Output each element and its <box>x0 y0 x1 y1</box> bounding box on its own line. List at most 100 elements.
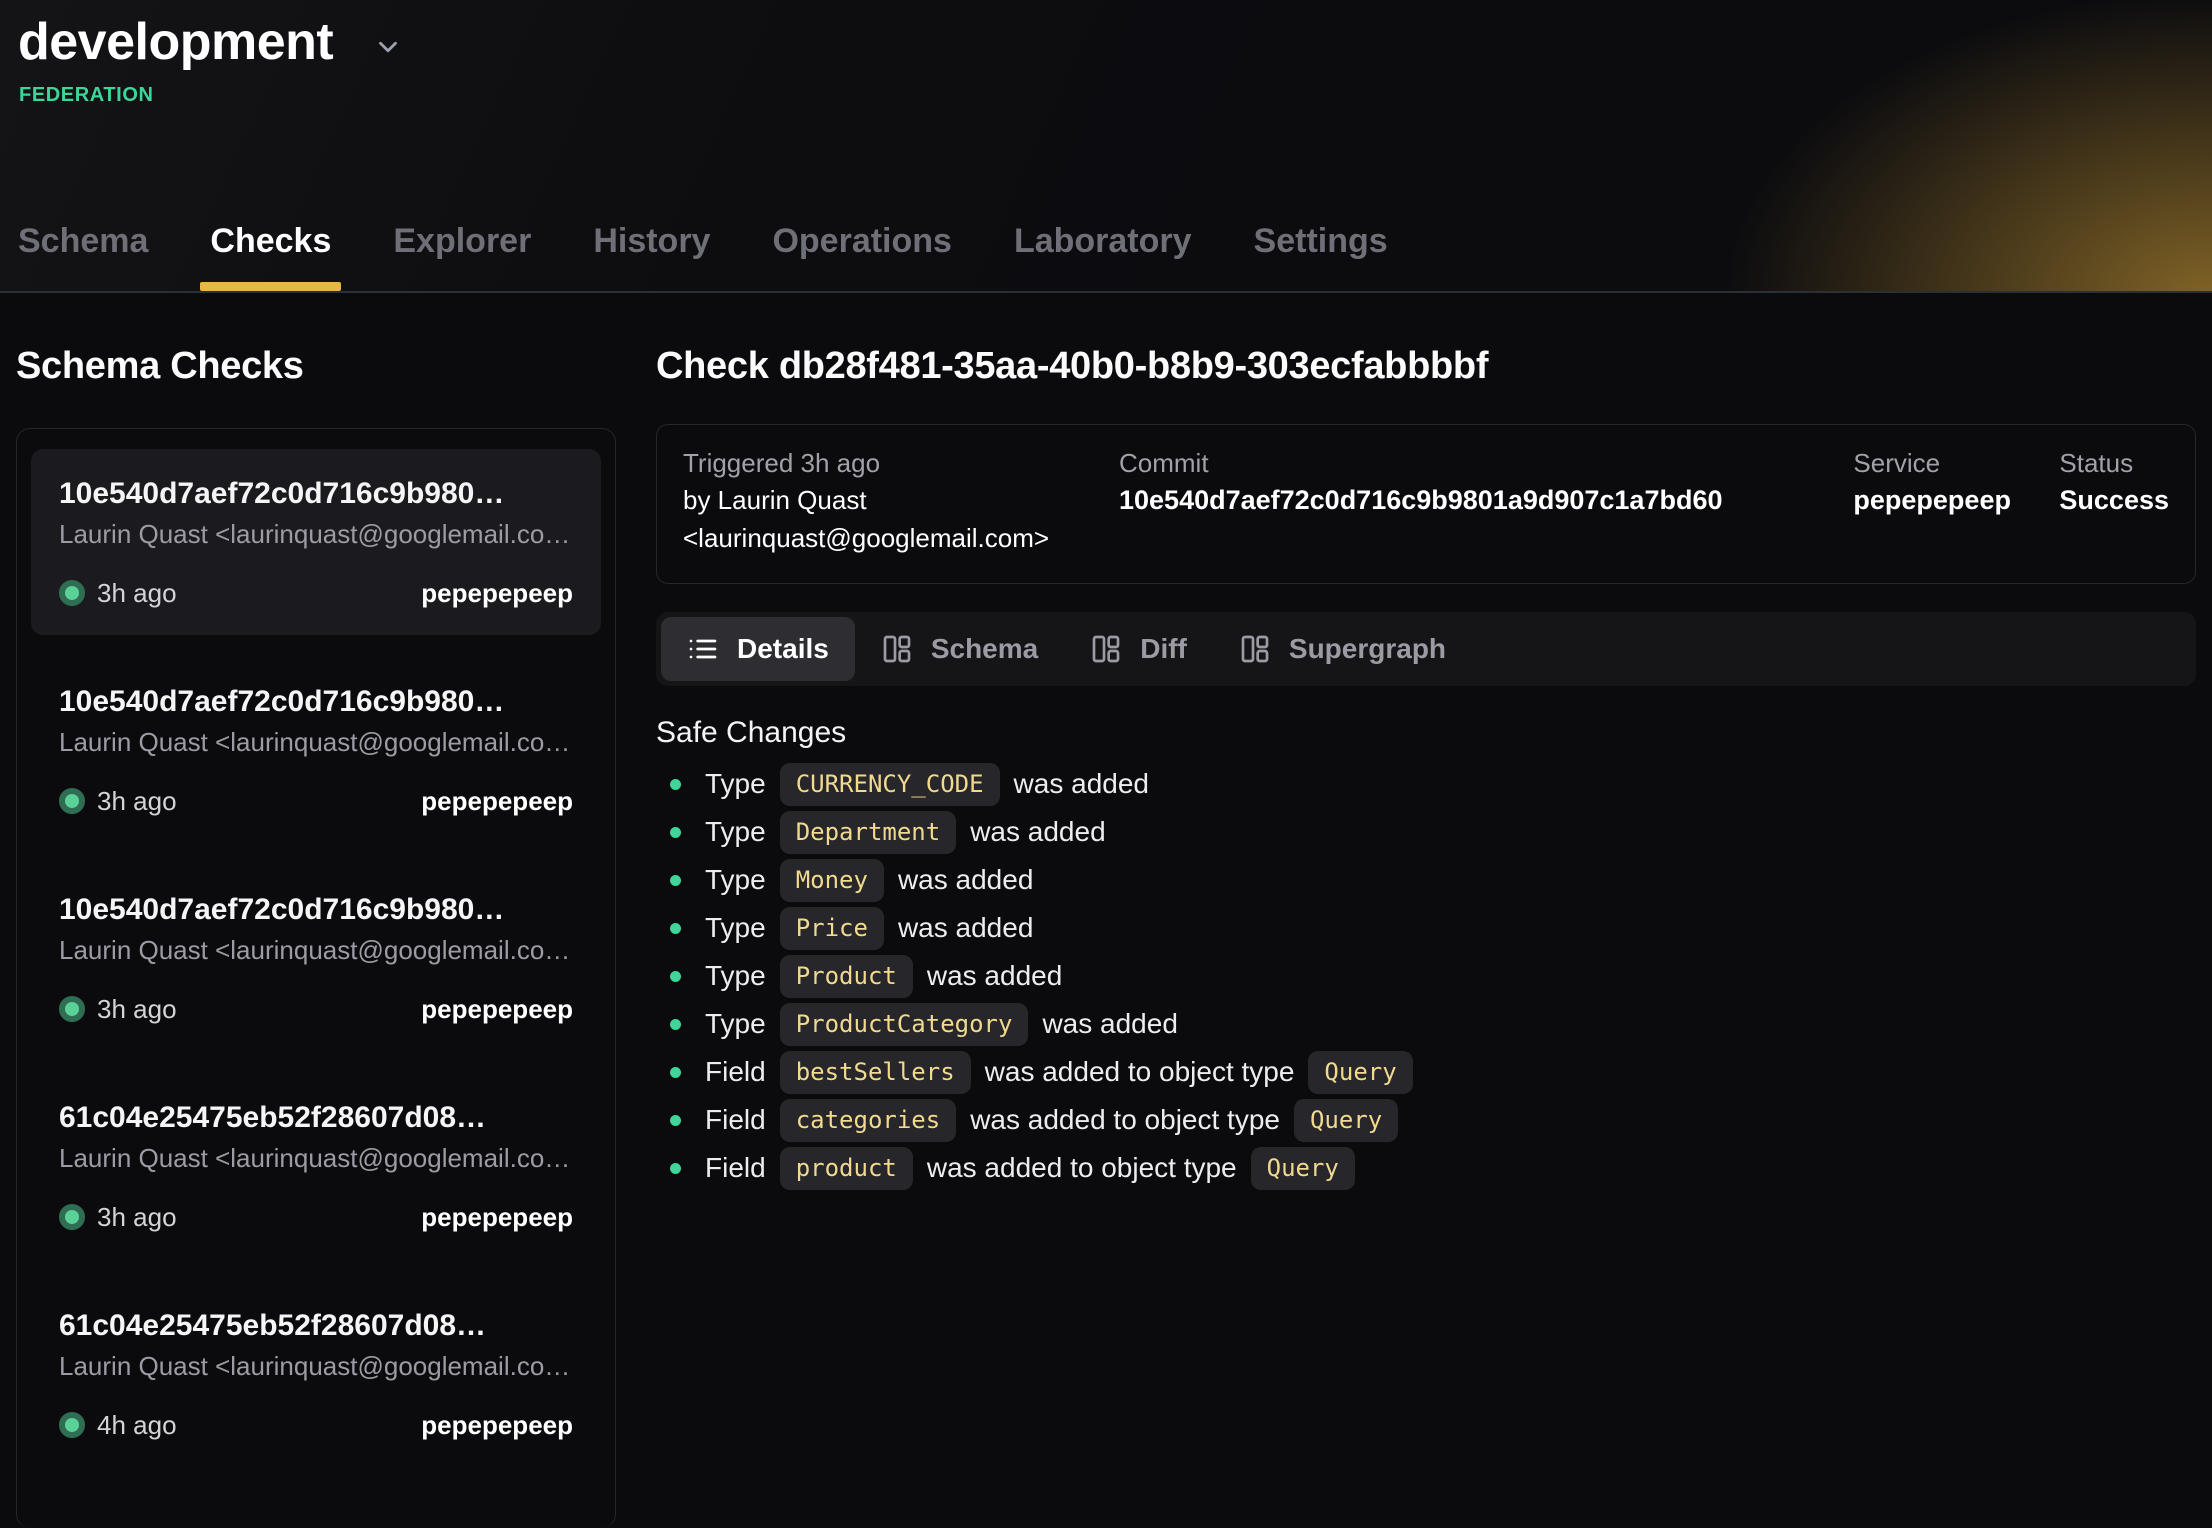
change-text: Type <box>705 1008 766 1040</box>
check-item-service: pepepepeep <box>421 786 573 817</box>
tab-history[interactable]: History <box>591 222 712 291</box>
change-item: Type Price was added <box>670 904 2196 952</box>
view-tab-schema[interactable]: Schema <box>855 617 1064 681</box>
check-item-meta: 3h agopepepepeep <box>59 577 573 609</box>
change-text: was added to object type <box>985 1056 1295 1088</box>
bullet-icon <box>670 827 681 838</box>
view-tab-diff[interactable]: Diff <box>1064 617 1213 681</box>
check-item-service: pepepepeep <box>421 1410 573 1441</box>
change-item: TypeDepartmentwas added <box>670 808 2196 856</box>
check-item-meta: 4h ago pepepepeep <box>59 1409 573 1441</box>
project-type-badge: FEDERATION <box>0 72 2212 107</box>
change-text: was added to object type <box>970 1104 1280 1136</box>
check-item-title: 10e540d7aef72c0d716c9b980… <box>59 475 573 513</box>
content: Schema Checks 10e540d7aef72c0d716c9b980…… <box>0 293 2212 1528</box>
tab-operations[interactable]: Operations <box>770 222 953 291</box>
check-item-service: pepepepeep <box>421 1202 573 1233</box>
check-item-meta: 3h ago pepepepeep <box>59 1201 573 1233</box>
change-item: FieldbestSellerswas added to object type… <box>670 1048 2196 1096</box>
service-label: Service <box>1853 445 2059 481</box>
columns-icon <box>1239 633 1271 665</box>
change-text: Type <box>705 816 766 848</box>
change-text: was added <box>1042 1008 1177 1040</box>
change-text: Type <box>705 768 766 800</box>
code-chip: Query <box>1308 1051 1412 1094</box>
tab-settings[interactable]: Settings <box>1252 222 1390 291</box>
check-item-time: 4h ago <box>97 1410 177 1441</box>
check-item-service: pepepepeep <box>421 578 573 609</box>
change-text: Field <box>705 1152 766 1184</box>
check-item-title: 10e540d7aef72c0d716c9b980… <box>59 683 573 721</box>
change-item: TypeProductwas added <box>670 952 2196 1000</box>
change-text: was added to object type <box>927 1152 1237 1184</box>
service-name: pepepepeep <box>1853 481 2059 519</box>
code-chip: CURRENCY_CODE <box>780 763 1000 806</box>
view-tab-label: Details <box>737 633 829 665</box>
status-dot-icon <box>59 1204 85 1230</box>
checks-sidebar: Schema Checks 10e540d7aef72c0d716c9b980…… <box>16 293 616 1528</box>
change-text: was added <box>898 912 1033 944</box>
changes-section-title: Safe Changes <box>656 714 2196 752</box>
change-text: was added <box>970 816 1105 848</box>
meta-triggered: Triggered 3h ago by Laurin Quast <laurin… <box>683 445 1119 557</box>
main-nav-tabs: Schema Checks Explorer History Operations Lab… <box>16 222 1390 291</box>
bullet-icon <box>670 1163 681 1174</box>
meta-service: Service pepepepeep <box>1853 445 2059 557</box>
change-item: Type ProductCategory was added <box>670 1000 2196 1048</box>
code-chip: Query <box>1251 1147 1355 1190</box>
bullet-icon <box>670 1115 681 1126</box>
view-tab-label: Schema <box>931 633 1038 665</box>
bullet-icon <box>670 1019 681 1030</box>
tab-explorer[interactable]: Explorer <box>391 222 533 291</box>
code-chip: product <box>780 1147 913 1190</box>
code-chip: Product <box>780 955 913 998</box>
app-root: development FEDERATION Schema Checks Explo… <box>0 0 2212 1474</box>
tab-schema[interactable]: Schema <box>16 222 150 291</box>
commit-hash: 10e540d7aef72c0d716c9b9801a9d907c1a7bd60 <box>1119 481 1853 519</box>
check-item-time: 3h ago <box>97 786 177 817</box>
check-title: Check db28f481-35aa-40b0-b8b9-303ecfabbb… <box>656 345 2196 388</box>
tab-laboratory[interactable]: Laboratory <box>1012 222 1194 291</box>
check-item-meta: 3h ago pepepepeep <box>59 785 573 817</box>
schema-checks-list: 10e540d7aef72c0d716c9b980… Laurin Quast <… <box>16 428 616 1528</box>
tab-checks[interactable]: Checks <box>208 222 333 291</box>
check-list-item[interactable]: 10e540d7aef72c0d716c9b980… Laurin Quast <… <box>31 657 601 843</box>
meta-commit: Commit 10e540d7aef72c0d716c9b9801a9d907c… <box>1119 445 1853 557</box>
project-title-row: development <box>0 0 2212 72</box>
change-item: Type CURRENCY_CODE was added <box>670 760 2196 808</box>
check-list-item[interactable]: 10e540d7aef72c0d716c9b980… Laurin Quast <… <box>31 449 601 635</box>
change-text: Field <box>705 1056 766 1088</box>
meta-status: Status Success <box>2059 445 2169 557</box>
list-icon <box>687 633 719 665</box>
code-chip: Price <box>780 907 884 950</box>
change-text: was added <box>1014 768 1149 800</box>
check-list-item[interactable]: 61c04e25475eb52f28607d08… Laurin Quast <l… <box>31 1281 601 1467</box>
project-title[interactable]: development <box>18 12 333 72</box>
check-item-meta: 3h agopepepepeep <box>59 993 573 1025</box>
check-list-item[interactable]: 10e540d7aef72c0d716c9b980…Laurin Quast <… <box>31 865 601 1051</box>
check-item-author: Laurin Quast <laurinquast@googlemail.co… <box>59 725 573 759</box>
check-list-item[interactable]: 61c04e25475eb52f28607d08… Laurin Quast <l… <box>31 1073 601 1259</box>
view-tab-details[interactable]: Details <box>661 617 855 681</box>
check-item-author: Laurin Quast <laurinquast@googlemail.co… <box>59 517 573 551</box>
code-chip: categories <box>780 1099 957 1142</box>
change-item: Fieldcategorieswas added to object typeQ… <box>670 1096 2196 1144</box>
bullet-icon <box>670 1067 681 1078</box>
changes-list: TypeCURRENCY_CODEwas addedTypeDepartment… <box>656 760 2196 1192</box>
check-item-service: pepepepeep <box>421 994 573 1025</box>
project-header: development FEDERATION Schema Checks Explo… <box>0 0 2212 293</box>
columns-icon <box>1090 633 1122 665</box>
check-item-time: 3h ago <box>97 1202 177 1233</box>
check-item-author: Laurin Quast <laurinquast@googlemail.co… <box>59 1349 573 1383</box>
code-chip: Money <box>780 859 884 902</box>
change-text: Type <box>705 912 766 944</box>
status-dot-icon <box>59 788 85 814</box>
check-view-tabs: Details Schema DiffSupergraph <box>656 612 2196 686</box>
view-tab-supergraph[interactable]: Supergraph <box>1213 617 1472 681</box>
check-item-title: 61c04e25475eb52f28607d08… <box>59 1307 573 1345</box>
code-chip: ProductCategory <box>780 1003 1029 1046</box>
check-meta-box: Triggered 3h ago by Laurin Quast <laurin… <box>656 424 2196 584</box>
chevron-down-icon[interactable] <box>373 32 403 62</box>
check-item-title: 61c04e25475eb52f28607d08… <box>59 1099 573 1137</box>
check-item-author: Laurin Quast <laurinquast@googlemail.co… <box>59 1141 573 1175</box>
